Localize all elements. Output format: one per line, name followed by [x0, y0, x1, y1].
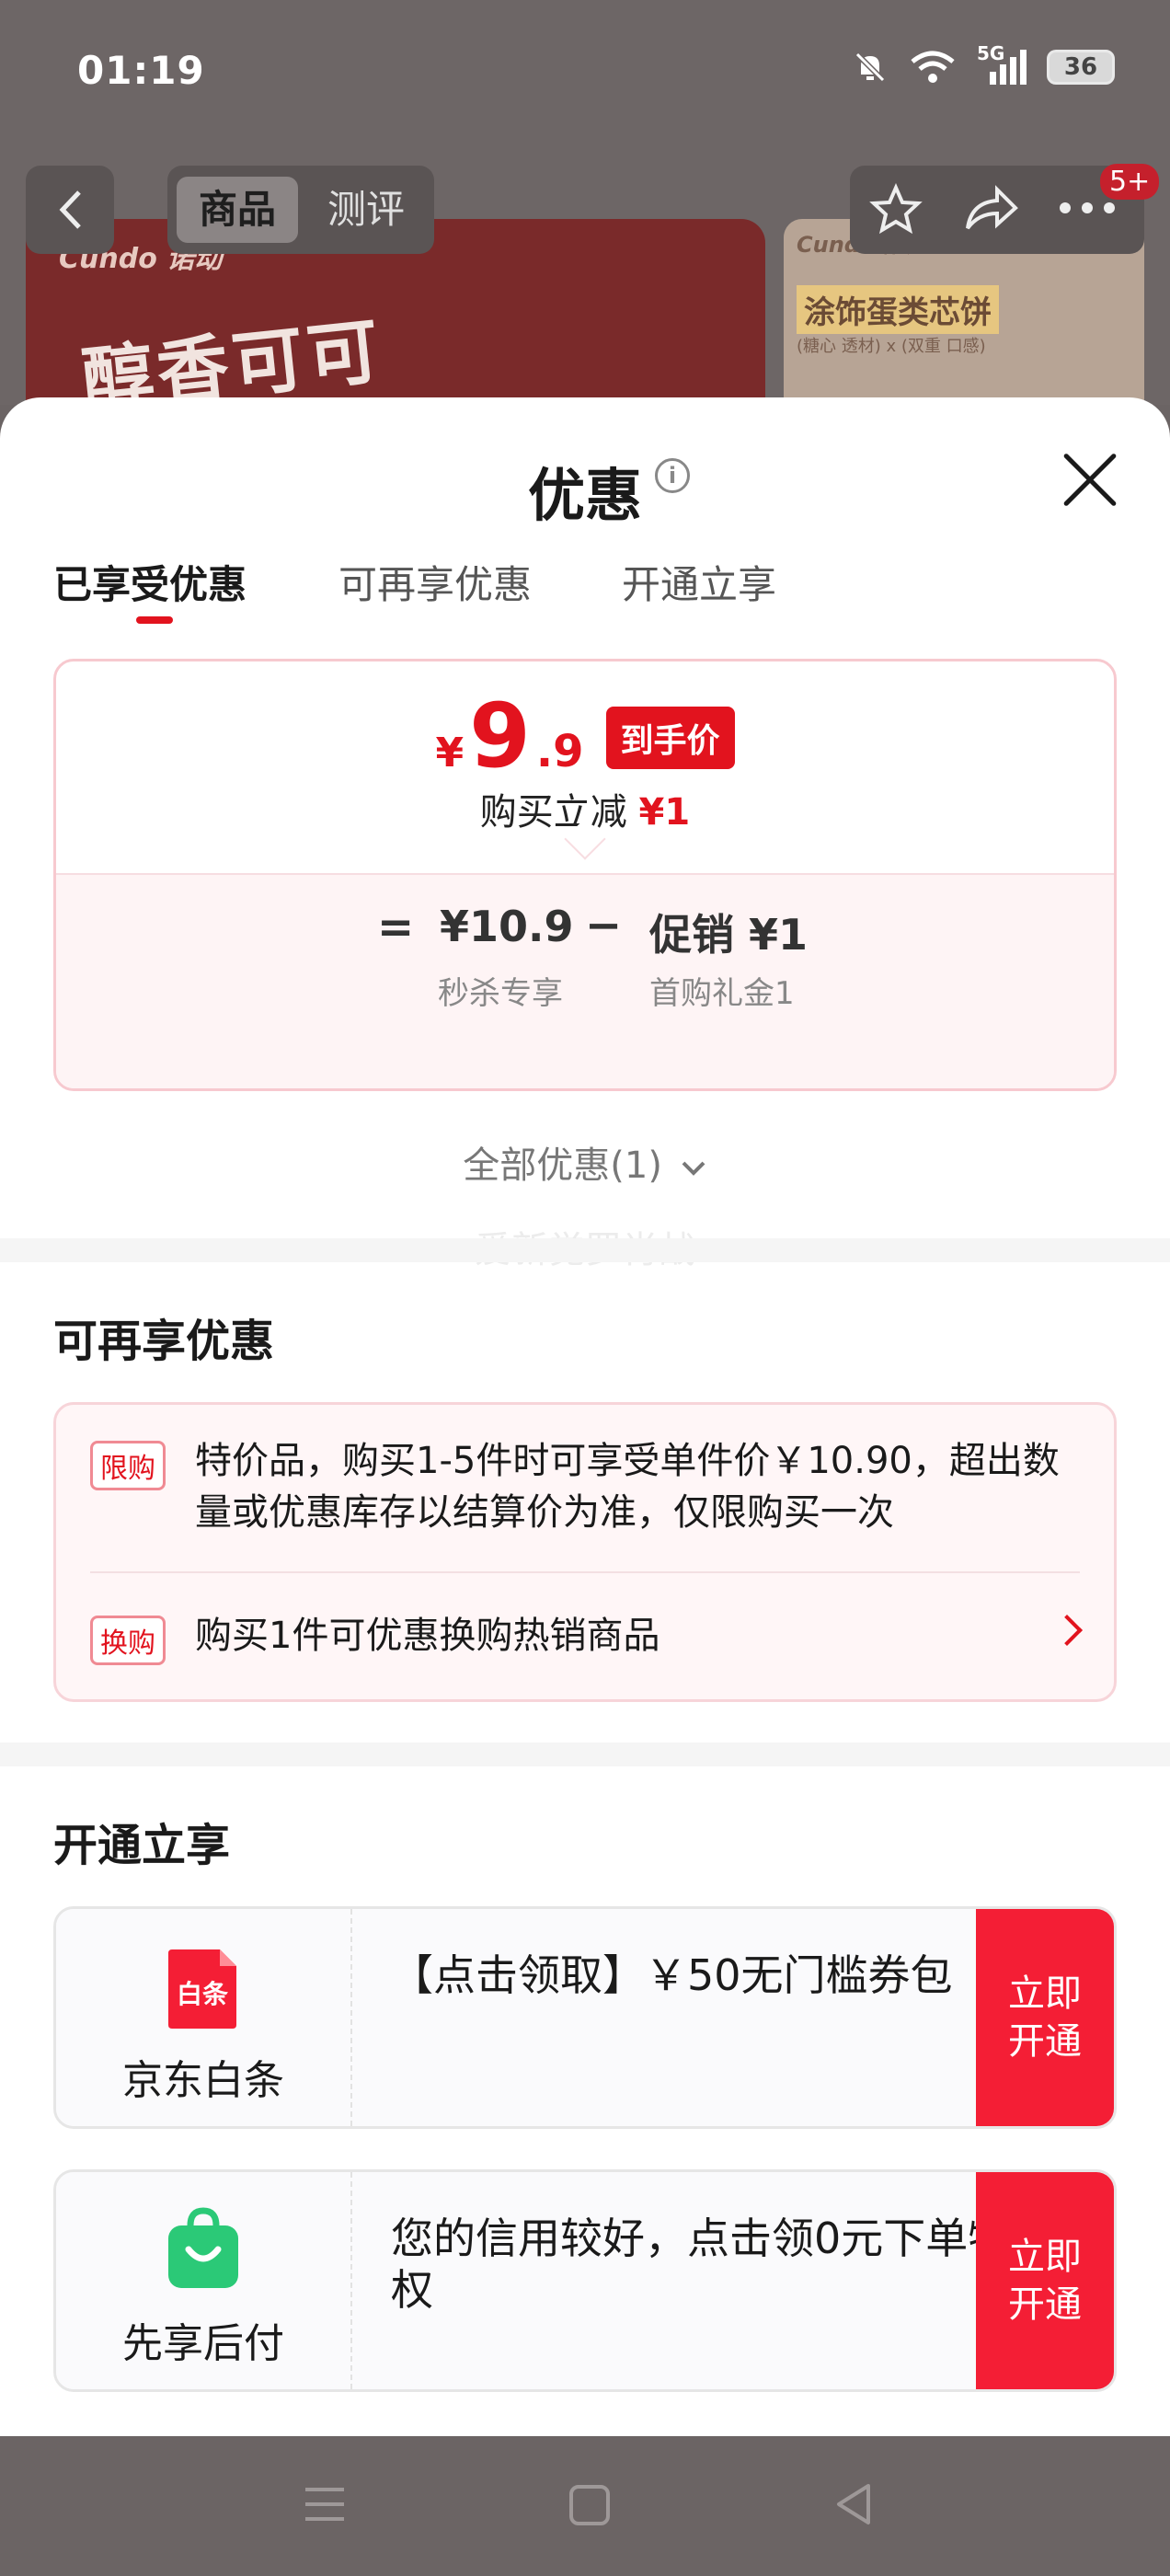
- back-triangle-icon[interactable]: [833, 2482, 874, 2526]
- pay-later-cta-label: 立即开通: [1008, 2236, 1082, 2326]
- menu-icon[interactable]: [304, 2484, 346, 2524]
- baitiao-name: 京东白条: [122, 2057, 284, 2104]
- chevron-left-icon: [59, 190, 81, 229]
- limit-tag: 限购: [90, 1441, 166, 1490]
- baitiao-desc: 【点击领取】￥50无门槛券包: [391, 1950, 953, 2000]
- pay-later-desc: 您的信用较好，点击领0元下单特权: [391, 2214, 1011, 2315]
- info-icon[interactable]: i: [655, 458, 690, 493]
- price-integer: 9: [469, 684, 531, 788]
- pay-later-brand-area: 先享后付: [56, 2172, 352, 2389]
- status-icons: 5G 36: [852, 42, 1115, 86]
- mute-bell-icon: [855, 52, 886, 83]
- equals-sign: =: [377, 902, 415, 953]
- all-offers-toggle[interactable]: 全部优惠(1): [0, 1135, 1170, 1189]
- section-divider: [0, 1742, 1170, 1766]
- baitiao-icon-label: 白条: [177, 1979, 228, 2009]
- tab-enjoyed-offers[interactable]: 已享受优惠: [53, 554, 247, 610]
- page-tabs: 商品 测评: [167, 166, 434, 254]
- tab-open-offers[interactable]: 开通立享: [622, 554, 776, 610]
- pay-later-name: 先享后付: [122, 2320, 284, 2367]
- discount-label: 购买立减: [479, 791, 627, 834]
- home-icon[interactable]: [568, 2484, 611, 2526]
- tab-review[interactable]: 测评: [305, 177, 427, 243]
- open-offers-title: 开通立享: [53, 1820, 231, 1871]
- price-decimal: .9: [535, 726, 584, 777]
- back-button[interactable]: [26, 166, 114, 254]
- tab-more-offers[interactable]: 可再享优惠: [338, 554, 532, 610]
- chevron-down-icon: [682, 1161, 705, 1176]
- star-icon[interactable]: [868, 182, 923, 237]
- more-icon[interactable]: [1058, 199, 1117, 217]
- pay-later-open-button[interactable]: 立即开通: [976, 2172, 1114, 2389]
- price-currency: ¥: [435, 730, 465, 776]
- limit-offer-text: 特价品，购买1-5件时可享受单件价￥10.90，超出数量或优惠库存以结算价为准，…: [195, 1440, 1060, 1534]
- exchange-tag: 换购: [90, 1616, 166, 1665]
- original-price-value: ¥10.9: [440, 902, 574, 951]
- minus-sign: −: [585, 900, 623, 951]
- active-tab-indicator: [136, 616, 173, 624]
- battery-icon: 36: [1047, 50, 1115, 85]
- exchange-offer-text: 购买1件可优惠换购热销商品: [195, 1615, 660, 1657]
- promo-value: 促销 ¥1: [649, 910, 809, 960]
- notification-badge: 5+: [1100, 164, 1160, 200]
- baitiao-brand-area: 白条 京东白条: [56, 1909, 352, 2126]
- baitiao-open-button[interactable]: 立即开通: [976, 1909, 1114, 2126]
- signal-icon: 5G: [977, 42, 1027, 86]
- thumb-sub: (糖心 透材) x (双重 口感): [797, 337, 986, 356]
- exchange-offer-row[interactable]: 换购 购买1件可优惠换购热销商品: [90, 1610, 1093, 1669]
- shopping-bag-icon: [168, 2207, 238, 2288]
- wifi-icon: [911, 51, 955, 83]
- card-inner-divider: [90, 1571, 1080, 1573]
- baitiao-icon: 白条: [168, 1949, 236, 2029]
- share-icon[interactable]: [962, 182, 1019, 237]
- close-icon[interactable]: [1058, 447, 1122, 512]
- promo-label: 首购礼金1: [649, 975, 795, 1012]
- network-type: 5G: [977, 42, 1005, 64]
- discount-amount: ¥1: [638, 791, 691, 834]
- original-price-label: 秒杀专享: [438, 975, 563, 1012]
- status-time: 01:19: [77, 48, 205, 93]
- system-nav-bar: [0, 2436, 1170, 2576]
- pay-later-card[interactable]: 先享后付 您的信用较好，点击领0元下单特权 立即开通: [53, 2169, 1117, 2392]
- thumb-title: 涂饰蛋类芯饼: [797, 285, 999, 334]
- final-price: ¥ 9 .9 到手价: [0, 692, 1170, 784]
- baitiao-card[interactable]: 白条 京东白条 【点击领取】￥50无门槛券包 立即开通: [53, 1906, 1117, 2129]
- tab-product[interactable]: 商品: [177, 177, 299, 243]
- baitiao-cta-label: 立即开通: [1008, 1972, 1082, 2063]
- section-divider: [0, 1238, 1170, 1262]
- more-offers-title: 可再享优惠: [53, 1316, 275, 1367]
- sheet-title: 优惠: [527, 462, 642, 529]
- all-offers-label: 全部优惠(1): [463, 1144, 662, 1187]
- price-tag-badge: 到手价: [605, 707, 735, 769]
